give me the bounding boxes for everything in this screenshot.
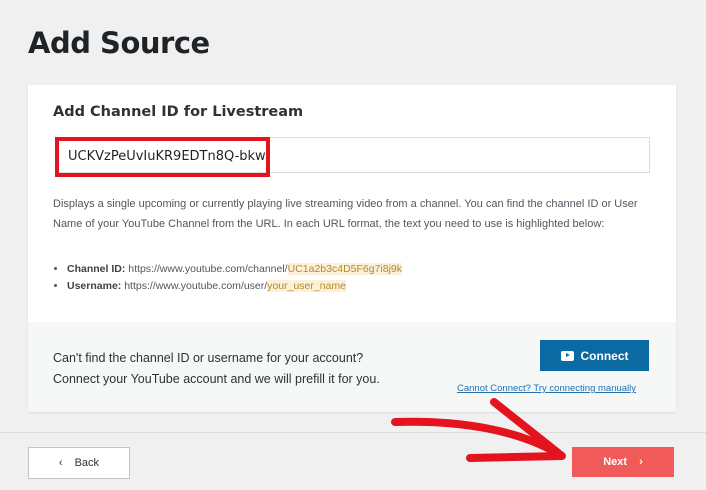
annotation-arrow-icon [391,398,566,462]
